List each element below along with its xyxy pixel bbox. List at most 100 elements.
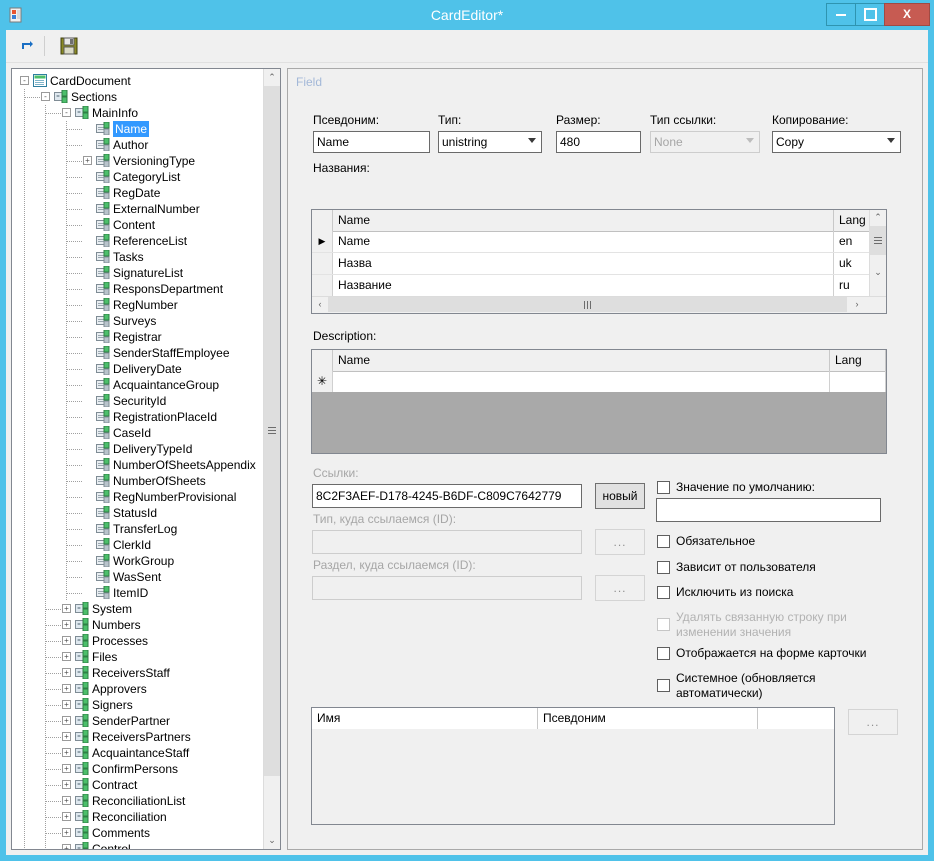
tree-node-label[interactable]: ReceiversPartners: [92, 729, 191, 745]
tree-node-confirmpersons[interactable]: + ConfirmPersons: [12, 761, 265, 777]
description-grid[interactable]: Name Lang ✳: [311, 349, 887, 454]
tree-node-label[interactable]: RegNumberProvisional: [113, 489, 236, 505]
tree-node-label[interactable]: ReferenceList: [113, 233, 187, 249]
desc-grid-header-name[interactable]: Name: [333, 350, 830, 371]
checkbox-box[interactable]: [657, 647, 670, 660]
tree-node-reconciliationlist[interactable]: + ReconciliationList: [12, 793, 265, 809]
tree-node-label[interactable]: Name: [113, 121, 150, 137]
ref-type-id-browse-button[interactable]: ...: [595, 529, 645, 555]
tree-node-label[interactable]: AcquaintanceGroup: [113, 377, 219, 393]
tree-node-author[interactable]: Author: [12, 137, 265, 153]
tree-expander-icon[interactable]: +: [62, 636, 71, 645]
tree-node-label[interactable]: ReconciliationList: [92, 793, 185, 809]
alias-input[interactable]: Name: [313, 131, 430, 153]
tree-scrollbar[interactable]: ⌃ ⌄: [263, 69, 280, 849]
tree-expander-icon[interactable]: +: [62, 828, 71, 837]
scroll-right-icon[interactable]: ›: [849, 297, 865, 313]
tree-node-acquaintancegroup[interactable]: AcquaintanceGroup: [12, 377, 265, 393]
tree-node-label[interactable]: SenderPartner: [92, 713, 170, 729]
tree-node-control[interactable]: + Control: [12, 841, 265, 849]
tree-node-label[interactable]: Reconciliation: [92, 809, 167, 825]
tree-node-acquaintancestaff[interactable]: + AcquaintanceStaff: [12, 745, 265, 761]
tree-node-surveys[interactable]: Surveys: [12, 313, 265, 329]
tree-expander-icon[interactable]: +: [62, 812, 71, 821]
tree-node-label[interactable]: ClerkId: [113, 537, 151, 553]
tree-node-numberofsheetsappendix[interactable]: NumberOfSheetsAppendix: [12, 457, 265, 473]
size-input[interactable]: 480: [556, 131, 641, 153]
tree-expander-icon[interactable]: -: [20, 76, 29, 85]
tree-node-label[interactable]: DeliveryTypeId: [113, 441, 192, 457]
links-input[interactable]: 8C2F3AEF-D178-4245-B6DF-C809C7642779: [312, 484, 582, 508]
tree-node-responsdepartment[interactable]: ResponsDepartment: [12, 281, 265, 297]
tree-node-label[interactable]: Tasks: [113, 249, 144, 265]
tree-expander-icon[interactable]: +: [83, 156, 92, 165]
copying-select[interactable]: Copy: [772, 131, 901, 153]
tree-node-comments[interactable]: + Comments: [12, 825, 265, 841]
tree-node-name[interactable]: Name: [12, 121, 265, 137]
tree-node-content[interactable]: Content: [12, 217, 265, 233]
type-select[interactable]: unistring: [438, 131, 542, 153]
save-icon[interactable]: [56, 34, 82, 58]
tree-node-processes[interactable]: + Processes: [12, 633, 265, 649]
bottom-grid-header-extra[interactable]: [758, 708, 834, 729]
tree-node-label[interactable]: RegNumber: [113, 297, 178, 313]
tree-node-label[interactable]: ItemID: [113, 585, 148, 601]
table-row[interactable]: Назва uk: [312, 253, 871, 274]
bottom-grid-header-name[interactable]: Имя: [312, 708, 538, 729]
names-row-1-name[interactable]: Назва: [333, 253, 834, 274]
tree-node-label[interactable]: Processes: [92, 633, 148, 649]
tree-node-label[interactable]: NumberOfSheets: [113, 473, 206, 489]
structure-tree-panel[interactable]: - CardDocument - Sections - MainInfo Name Autho…: [11, 68, 281, 850]
tree-node-numbers[interactable]: + Numbers: [12, 617, 265, 633]
tree-node-deliverydate[interactable]: DeliveryDate: [12, 361, 265, 377]
tree-node-senderstaffemployee[interactable]: SenderStaffEmployee: [12, 345, 265, 361]
refresh-icon[interactable]: [14, 34, 40, 58]
tree-expander-icon[interactable]: +: [62, 732, 71, 741]
tree-node-clerkid[interactable]: ClerkId: [12, 537, 265, 553]
tree-node-label[interactable]: Sections: [71, 89, 117, 105]
tree-expander-icon[interactable]: +: [62, 716, 71, 725]
tree-node-label[interactable]: Approvers: [92, 681, 147, 697]
tree-expander-icon[interactable]: +: [62, 604, 71, 613]
desc-grid-header-lang[interactable]: Lang: [830, 350, 886, 371]
tree-expander-icon[interactable]: +: [62, 652, 71, 661]
names-row-0-name[interactable]: Name: [333, 231, 834, 252]
tree-node-label[interactable]: Content: [113, 217, 155, 233]
tree-node-regdate[interactable]: RegDate: [12, 185, 265, 201]
tree-node-externalnumber[interactable]: ExternalNumber: [12, 201, 265, 217]
names-grid-header-lang[interactable]: Lang: [834, 210, 871, 231]
bottom-grid-browse-button[interactable]: ...: [848, 709, 898, 735]
tree-node-label[interactable]: RegDate: [113, 185, 160, 201]
tree-node-label[interactable]: RegistrationPlaceId: [113, 409, 217, 425]
tree-node-label[interactable]: SignatureList: [113, 265, 183, 281]
names-hscroll-thumb[interactable]: [328, 297, 847, 312]
tree-node-label[interactable]: CategoryList: [113, 169, 180, 185]
tree-node-numberofsheets[interactable]: NumberOfSheets: [12, 473, 265, 489]
names-row-0-lang[interactable]: en: [834, 231, 871, 252]
tree-node-workgroup[interactable]: WorkGroup: [12, 553, 265, 569]
tree-node-label[interactable]: AcquaintanceStaff: [92, 745, 189, 761]
tree-node-tasks[interactable]: Tasks: [12, 249, 265, 265]
tree-expander-icon[interactable]: +: [62, 748, 71, 757]
names-row-2-lang[interactable]: ru: [834, 275, 871, 296]
tree-node-label[interactable]: Signers: [92, 697, 133, 713]
tree-expander-icon[interactable]: +: [62, 684, 71, 693]
tree-node-contract[interactable]: + Contract: [12, 777, 265, 793]
tree-node-label[interactable]: System: [92, 601, 132, 617]
tree-expander-icon[interactable]: -: [62, 108, 71, 117]
tree-node-label[interactable]: ReceiversStaff: [92, 665, 170, 681]
tree-node-securityid[interactable]: SecurityId: [12, 393, 265, 409]
tree-node-receiverspartners[interactable]: + ReceiversPartners: [12, 729, 265, 745]
tree-node-wassent[interactable]: WasSent: [12, 569, 265, 585]
tree-node-label[interactable]: Registrar: [113, 329, 162, 345]
tree-node-sections[interactable]: - Sections: [12, 89, 265, 105]
default-value-input[interactable]: [656, 498, 881, 522]
tree-scrollbar-thumb[interactable]: [264, 86, 280, 776]
tree-node-label[interactable]: Surveys: [113, 313, 156, 329]
tree-expander-icon[interactable]: -: [41, 92, 50, 101]
ref-section-id-input[interactable]: [312, 576, 582, 600]
tree-node-label[interactable]: SenderStaffEmployee: [113, 345, 230, 361]
tree-node-label[interactable]: WasSent: [113, 569, 161, 585]
tree-node-label[interactable]: Author: [113, 137, 148, 153]
ref-type-select[interactable]: None: [650, 131, 760, 153]
